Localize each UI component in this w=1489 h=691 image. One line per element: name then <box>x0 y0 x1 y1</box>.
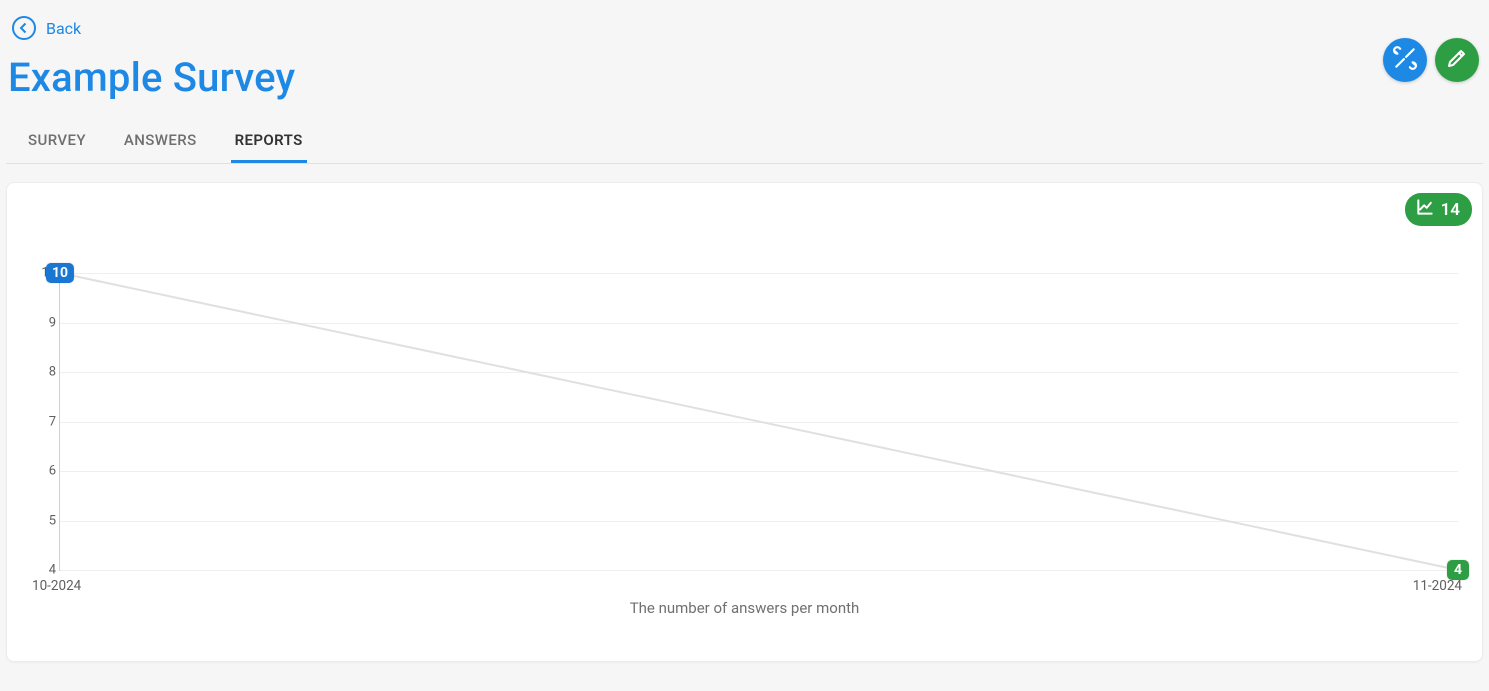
y-tick: 6 <box>34 464 56 479</box>
tools-icon <box>1392 45 1418 75</box>
y-tick: 9 <box>34 315 56 330</box>
tabs: SURVEY ANSWERS REPORTS <box>6 119 1483 164</box>
back-arrow-icon[interactable] <box>10 14 38 42</box>
tools-button[interactable] <box>1383 38 1427 82</box>
chart-line-icon <box>1415 197 1435 222</box>
chart-line <box>60 273 1458 570</box>
y-tick: 5 <box>34 513 56 528</box>
chart-caption: The number of answers per month <box>7 599 1482 617</box>
x-tick: 10-2024 <box>32 578 81 594</box>
x-tick: 11-2024 <box>1413 578 1462 594</box>
report-card: 14 4567891010-20241011-20244 The number … <box>6 182 1483 662</box>
page-title: Example Survey <box>8 54 1483 101</box>
y-tick: 7 <box>34 414 56 429</box>
total-pill-value: 14 <box>1441 200 1460 220</box>
tab-survey[interactable]: SURVEY <box>24 119 90 163</box>
pencil-icon <box>1445 46 1469 74</box>
tab-reports[interactable]: REPORTS <box>231 119 307 163</box>
data-point-badge[interactable]: 4 <box>1447 560 1469 580</box>
chart: 4567891010-20241011-20244 <box>31 273 1458 571</box>
tab-answers[interactable]: ANSWERS <box>120 119 201 163</box>
y-tick: 4 <box>34 563 56 578</box>
back-link[interactable]: Back <box>46 19 81 38</box>
grid-line <box>60 570 1458 571</box>
data-point-badge[interactable]: 10 <box>46 263 74 283</box>
y-tick: 8 <box>34 365 56 380</box>
edit-button[interactable] <box>1435 38 1479 82</box>
total-pill[interactable]: 14 <box>1405 193 1472 226</box>
